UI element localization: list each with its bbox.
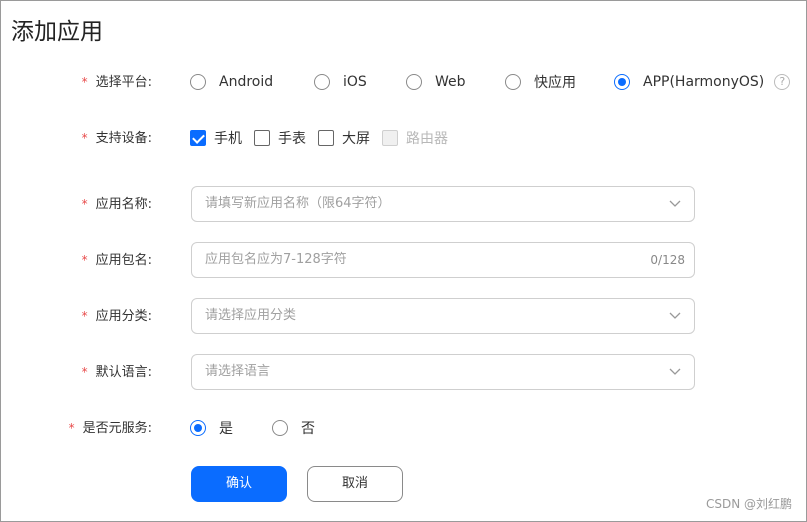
devices-label: * 支持设备:	[81, 131, 152, 146]
radio-icon[interactable]	[272, 420, 288, 436]
category-placeholder: 请选择应用分类	[205, 308, 297, 323]
meta-service-label: * 是否元服务:	[68, 421, 152, 436]
platform-label-text: 选择平台:	[95, 75, 152, 90]
required-mark: *	[81, 197, 88, 211]
platform-option-ios[interactable]: iOS	[314, 74, 406, 90]
platform-option-web[interactable]: Web	[406, 74, 505, 90]
category-row: * 应用分类: 请选择应用分类	[0, 298, 807, 334]
radio-icon[interactable]	[314, 74, 330, 90]
checkbox-icon[interactable]	[318, 130, 334, 146]
cancel-button[interactable]: 取消	[307, 466, 403, 502]
platform-option-harmonyos[interactable]: APP(HarmonyOS)	[614, 74, 764, 90]
radio-icon[interactable]	[505, 74, 521, 90]
package-name-row: * 应用包名: 应用包名应为7-128字符 0/128	[0, 242, 807, 278]
char-counter: 0/128	[650, 253, 685, 267]
language-select[interactable]: 请选择语言	[191, 354, 695, 390]
device-option-phone[interactable]: 手机	[190, 128, 254, 148]
platform-option-quickapp[interactable]: 快应用	[505, 72, 614, 92]
app-name-row: * 应用名称: 请填写新应用名称（限64字符）	[0, 186, 807, 222]
meta-service-option-yes[interactable]: 是	[190, 418, 272, 438]
chevron-down-icon	[669, 368, 681, 375]
radio-icon[interactable]	[406, 74, 422, 90]
category-label: * 应用分类:	[81, 309, 152, 324]
checkbox-disabled-icon	[382, 130, 398, 146]
radio-selected-icon[interactable]	[190, 420, 206, 436]
required-mark: *	[81, 131, 88, 145]
devices-check-group: 手机 手表 大屏 路由器	[190, 120, 448, 156]
required-mark: *	[81, 75, 88, 89]
device-option-watch[interactable]: 手表	[254, 128, 318, 148]
checkbox-checked-icon[interactable]	[190, 130, 206, 146]
language-label: * 默认语言:	[81, 365, 152, 380]
device-option-router: 路由器	[382, 128, 448, 148]
required-mark: *	[81, 253, 88, 267]
app-name-select[interactable]: 请填写新应用名称（限64字符）	[191, 186, 695, 222]
device-option-tv[interactable]: 大屏	[318, 128, 382, 148]
page-title: 添加应用	[11, 19, 103, 45]
package-name-placeholder: 应用包名应为7-128字符	[205, 252, 347, 267]
platform-radio-group: Android iOS Web 快应用 APP(HarmonyOS) ?	[190, 64, 791, 100]
platform-label: * 选择平台:	[82, 64, 152, 100]
radio-selected-icon[interactable]	[614, 74, 630, 90]
confirm-button[interactable]: 确认	[191, 466, 287, 502]
category-select[interactable]: 请选择应用分类	[191, 298, 695, 334]
meta-service-radio-group: 是 否	[190, 410, 315, 446]
meta-service-row: * 是否元服务: 是 否	[0, 410, 807, 446]
required-mark: *	[81, 309, 88, 323]
platform-row: * 选择平台: Android iOS Web 快应用 APP(HarmonyOS…	[0, 64, 807, 100]
platform-option-android[interactable]: Android	[190, 74, 314, 90]
devices-row: * 支持设备: 手机 手表 大屏 路由器	[0, 120, 807, 156]
chevron-down-icon	[669, 200, 681, 207]
chevron-down-icon	[669, 312, 681, 319]
language-row: * 默认语言: 请选择语言	[0, 354, 807, 390]
watermark: CSDN @刘红鹏	[705, 497, 792, 511]
app-name-placeholder: 请填写新应用名称（限64字符）	[205, 196, 391, 211]
meta-service-option-no[interactable]: 否	[272, 418, 315, 438]
app-name-label: * 应用名称:	[81, 197, 152, 212]
checkbox-icon[interactable]	[254, 130, 270, 146]
radio-icon[interactable]	[190, 74, 206, 90]
required-mark: *	[81, 365, 88, 379]
package-name-input[interactable]: 应用包名应为7-128字符 0/128	[191, 242, 695, 278]
required-mark: *	[68, 421, 75, 435]
language-placeholder: 请选择语言	[205, 364, 271, 379]
help-icon[interactable]: ?	[774, 74, 791, 90]
package-name-label: * 应用包名:	[81, 253, 152, 268]
